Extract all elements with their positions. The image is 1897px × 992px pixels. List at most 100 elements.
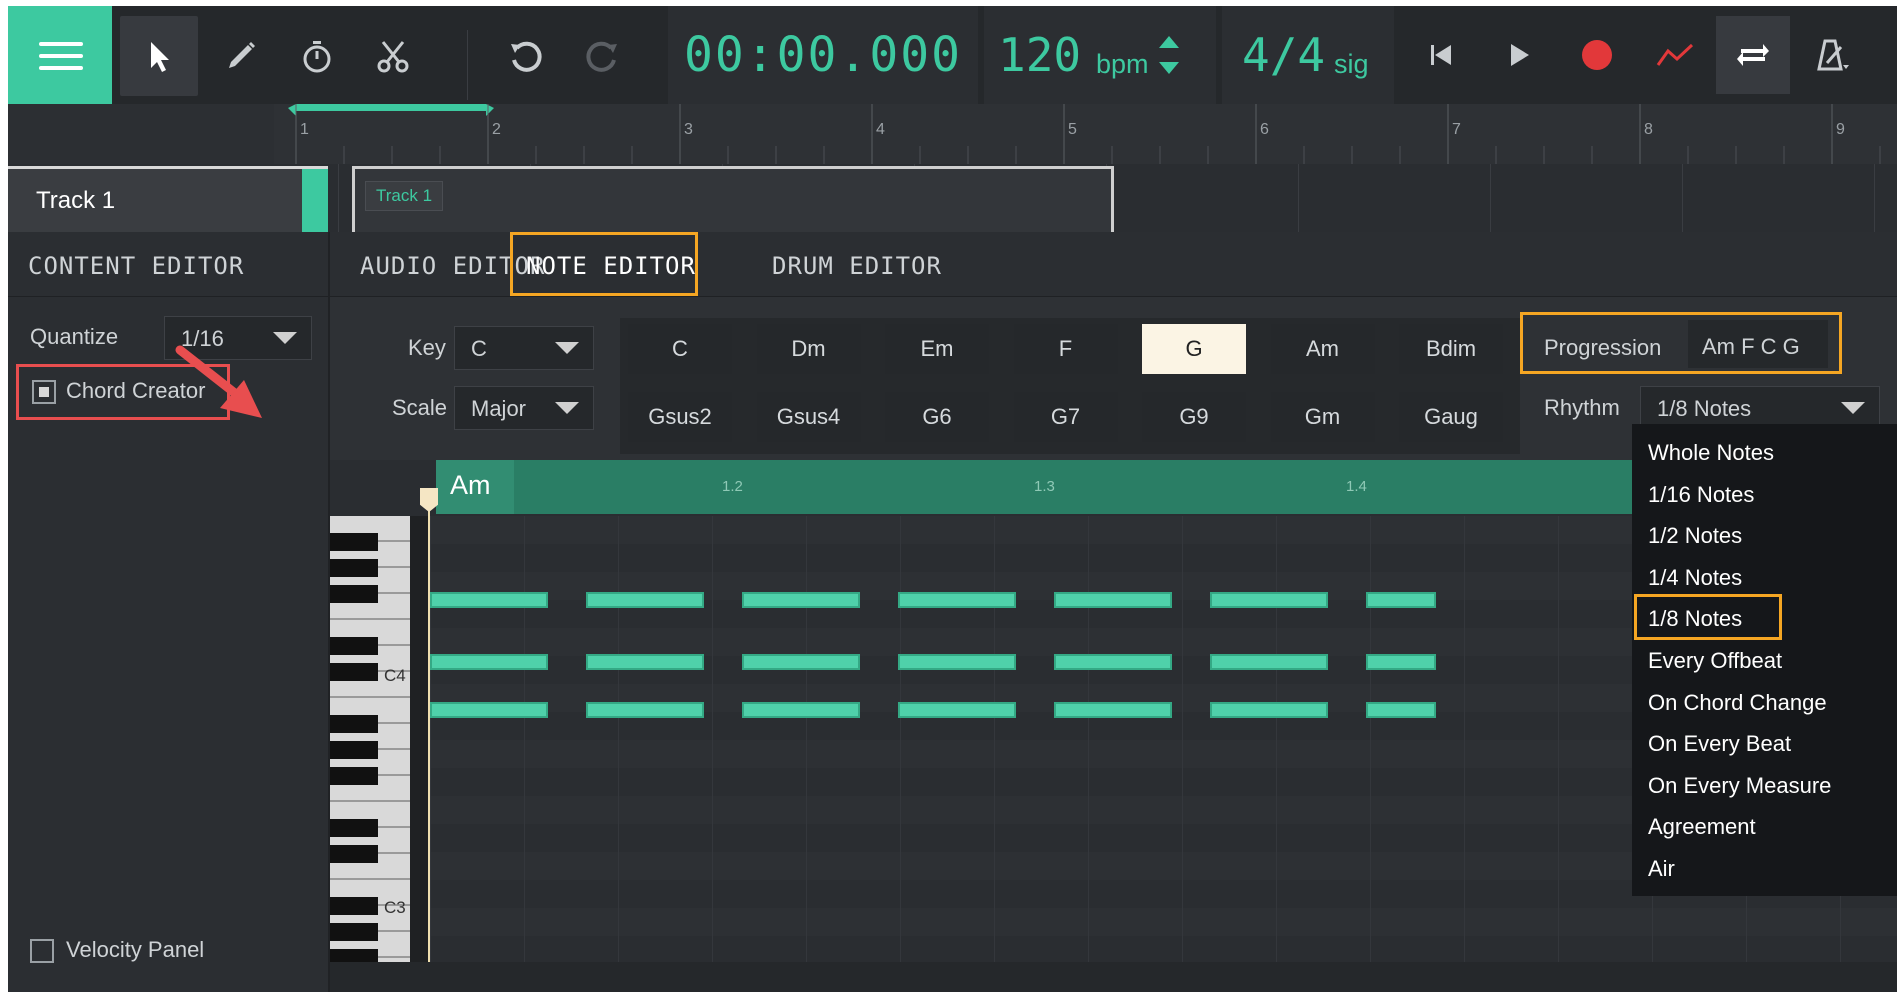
key-label-c3: C3	[384, 898, 406, 917]
rhythm-option[interactable]: Every Offbeat	[1632, 640, 1897, 682]
track-header[interactable]: Track 1	[8, 166, 328, 232]
key-select[interactable]: C	[454, 326, 594, 370]
metronome-icon[interactable]	[1794, 16, 1868, 94]
menu-icon[interactable]	[8, 6, 112, 104]
chord-button-f[interactable]: F	[1013, 324, 1118, 374]
piano-keyboard[interactable]: C4 C3	[330, 516, 430, 992]
midi-note[interactable]	[1054, 702, 1172, 718]
rhythm-dropdown: Whole Notes 1/16 Notes 1/2 Notes 1/4 Notes 1…	[1632, 424, 1897, 896]
midi-note[interactable]	[586, 702, 704, 718]
pointer-icon[interactable]	[120, 16, 198, 96]
midi-note[interactable]	[430, 654, 548, 670]
midi-note[interactable]	[898, 592, 1016, 608]
midi-note[interactable]	[1366, 702, 1436, 718]
scale-value: Major	[471, 396, 527, 421]
rhythm-option[interactable]: Agreement	[1632, 806, 1897, 848]
midi-note[interactable]	[1210, 592, 1328, 608]
time-signature[interactable]: 4/4 sig	[1222, 6, 1394, 104]
record-icon[interactable]	[1560, 16, 1634, 94]
chord-button-gm[interactable]: Gm	[1270, 392, 1375, 442]
midi-note[interactable]	[1366, 592, 1436, 608]
horizontal-scrollbar[interactable]	[330, 962, 1897, 992]
playhead[interactable]	[428, 488, 430, 992]
scale-select[interactable]: Major	[454, 386, 594, 430]
rhythm-option[interactable]: 1/2 Notes	[1632, 515, 1897, 557]
rhythm-option[interactable]: Air	[1632, 848, 1897, 890]
loop-icon[interactable]	[1716, 16, 1790, 94]
piano-black-key[interactable]	[330, 533, 378, 551]
stopwatch-icon[interactable]	[278, 16, 356, 96]
midi-note[interactable]	[898, 702, 1016, 718]
midi-note[interactable]	[430, 592, 548, 608]
midi-note[interactable]	[742, 702, 860, 718]
chevron-down-icon	[555, 402, 579, 414]
piano-black-key[interactable]	[330, 897, 378, 915]
timeline-ruler[interactable]: 1 2 3 4 5 6 7 8 9	[274, 104, 1897, 165]
piano-black-key[interactable]	[330, 559, 378, 577]
chord-button-g9[interactable]: G9	[1142, 392, 1246, 442]
chord-button-gaug[interactable]: Gaug	[1399, 392, 1503, 442]
midi-note[interactable]	[742, 592, 860, 608]
track-lane[interactable]: Track 1	[338, 164, 1897, 232]
piano-black-key[interactable]	[330, 715, 378, 733]
midi-clip[interactable]: Track 1	[352, 166, 1114, 232]
midi-note[interactable]	[1054, 592, 1172, 608]
rhythm-option[interactable]: 1/4 Notes	[1632, 557, 1897, 599]
rhythm-option[interactable]: Whole Notes	[1632, 432, 1897, 474]
ruler-bar-number: 3	[684, 121, 693, 138]
chord-button-bdim[interactable]: Bdim	[1399, 324, 1503, 374]
piano-black-key[interactable]	[330, 819, 378, 837]
rhythm-option[interactable]: On Chord Change	[1632, 682, 1897, 724]
midi-note[interactable]	[430, 702, 548, 718]
chord-button-em[interactable]: Em	[885, 324, 989, 374]
quantize-label: Quantize	[30, 324, 119, 349]
chord-button-g7[interactable]: G7	[1013, 392, 1118, 442]
piano-black-key[interactable]	[330, 663, 378, 681]
piano-black-key[interactable]	[330, 845, 378, 863]
chord-button-gsus4[interactable]: Gsus4	[756, 392, 861, 442]
scissors-icon[interactable]	[354, 16, 432, 96]
skip-to-start-icon[interactable]	[1404, 16, 1478, 94]
chord-button-c[interactable]: C	[628, 324, 732, 374]
chord-region-label: Am	[450, 470, 491, 500]
piano-black-key[interactable]	[330, 637, 378, 655]
bpm-stepper-icon[interactable]	[1154, 30, 1184, 80]
piano-black-key[interactable]	[330, 767, 378, 785]
redo-icon[interactable]	[564, 16, 642, 96]
rhythm-option[interactable]: 1/16 Notes	[1632, 474, 1897, 516]
midi-note[interactable]	[1210, 654, 1328, 670]
piano-black-key[interactable]	[330, 923, 378, 941]
pencil-icon[interactable]	[202, 16, 280, 96]
time-display: 00:00.000	[668, 6, 978, 104]
midi-note[interactable]	[1210, 702, 1328, 718]
key-label: Key	[408, 335, 446, 360]
midi-note[interactable]	[586, 654, 704, 670]
chord-button-g[interactable]: G	[1142, 324, 1246, 374]
ruler-bar-number: 2	[492, 121, 501, 138]
midi-note[interactable]	[742, 654, 860, 670]
chord-button-dm[interactable]: Dm	[756, 324, 861, 374]
rhythm-option[interactable]: On Every Measure	[1632, 765, 1897, 807]
highlight-selected-rhythm	[1634, 594, 1782, 641]
midi-note[interactable]	[898, 654, 1016, 670]
velocity-panel-label: Velocity Panel	[66, 937, 205, 962]
undo-icon[interactable]	[486, 16, 564, 96]
play-icon[interactable]	[1482, 16, 1556, 94]
midi-note[interactable]	[1054, 654, 1172, 670]
beat-label: 1.4	[1346, 478, 1367, 495]
bpm-control[interactable]: 120 bpm	[984, 6, 1216, 104]
chord-button-gsus2[interactable]: Gsus2	[628, 392, 732, 442]
scale-label: Scale	[392, 395, 448, 420]
chord-button-am[interactable]: Am	[1270, 324, 1375, 374]
chord-button-g6[interactable]: G6	[885, 392, 989, 442]
progression-field[interactable]: Am F C G	[1688, 320, 1828, 368]
rhythm-option[interactable]: On Every Beat	[1632, 723, 1897, 765]
tab-drum-editor[interactable]: DRUM EDITOR	[772, 252, 942, 280]
velocity-panel-checkbox[interactable]	[30, 939, 54, 963]
midi-note[interactable]	[586, 592, 704, 608]
chord-region[interactable]: Am	[436, 460, 514, 514]
piano-black-key[interactable]	[330, 741, 378, 759]
midi-note[interactable]	[1366, 654, 1436, 670]
automation-icon[interactable]	[1638, 16, 1712, 94]
piano-black-key[interactable]	[330, 585, 378, 603]
